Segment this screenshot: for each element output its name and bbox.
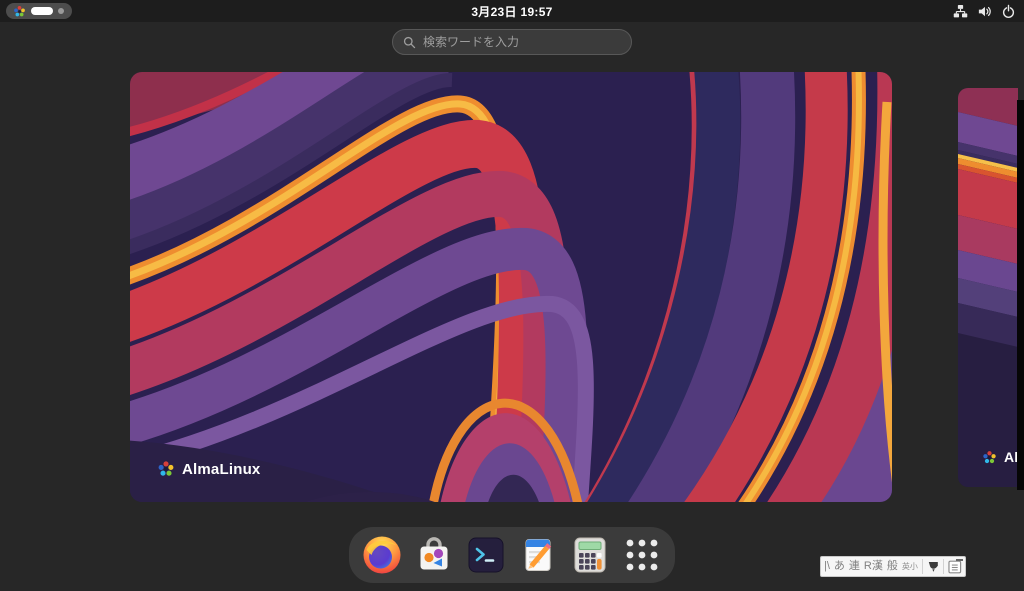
power-icon [1001,4,1016,19]
volume-icon [977,4,992,19]
wallpaper-branding: AlmaLinux [157,460,260,478]
ime-renbunsetsu-mode[interactable]: 連 [849,561,860,572]
quick-settings-button[interactable] [953,0,1016,22]
pen-tool-icon[interactable] [927,560,940,573]
terminal-icon [466,535,506,575]
screen-edge-gap [1017,100,1024,490]
almalinux-wordmark: AlmaLinux [1004,449,1018,465]
properties-icon[interactable] [948,560,962,574]
dock-app-grid-button[interactable] [622,535,662,575]
wallpaper-art [130,72,892,502]
ime-toolbar: |\ あ 連 R漢 般 英小 [820,556,966,577]
dock-text-editor-button[interactable] [518,535,558,575]
ime-cursor-mode[interactable]: |\ [824,561,830,572]
text-editor-icon [518,535,558,575]
almalinux-logo-icon [157,460,175,478]
search-input[interactable] [423,35,621,49]
wallpaper-art [958,88,1018,487]
gnome-overview: 3月23日 19:57 [0,0,1024,591]
wallpaper-branding: AlmaLinux [982,449,1018,465]
ime-separator [943,559,944,574]
app-grid-icon [622,535,662,575]
search-icon [403,36,416,49]
ime-roman-kanji-mode[interactable]: R漢 [864,561,883,572]
dock-software-button[interactable] [414,535,454,575]
top-bar: 3月23日 19:57 [0,0,1024,22]
calculator-icon [570,535,610,575]
dock-firefox-button[interactable] [362,535,402,575]
ime-dictionary-mode[interactable]: 般 [887,561,898,572]
ime-separator [922,559,923,574]
ime-hiragana-mode[interactable]: あ [834,561,845,572]
software-store-icon [414,535,454,575]
ime-minimize-handle[interactable] [956,559,963,561]
ime-latin-mode[interactable]: 英小 [902,563,918,571]
almalinux-wordmark: AlmaLinux [182,461,260,478]
clock-button[interactable]: 3月23日 19:57 [0,0,1024,22]
dock-calculator-button[interactable] [570,535,610,575]
network-wired-icon [953,4,968,19]
workspace-thumbnail-current[interactable]: AlmaLinux [130,72,892,502]
firefox-icon [362,535,402,575]
search-entry[interactable] [392,29,632,55]
almalinux-logo-icon [982,450,997,465]
workspace-thumbnail-next[interactable]: AlmaLinux [958,88,1018,487]
dock-terminal-button[interactable] [466,535,506,575]
dash [349,527,675,583]
